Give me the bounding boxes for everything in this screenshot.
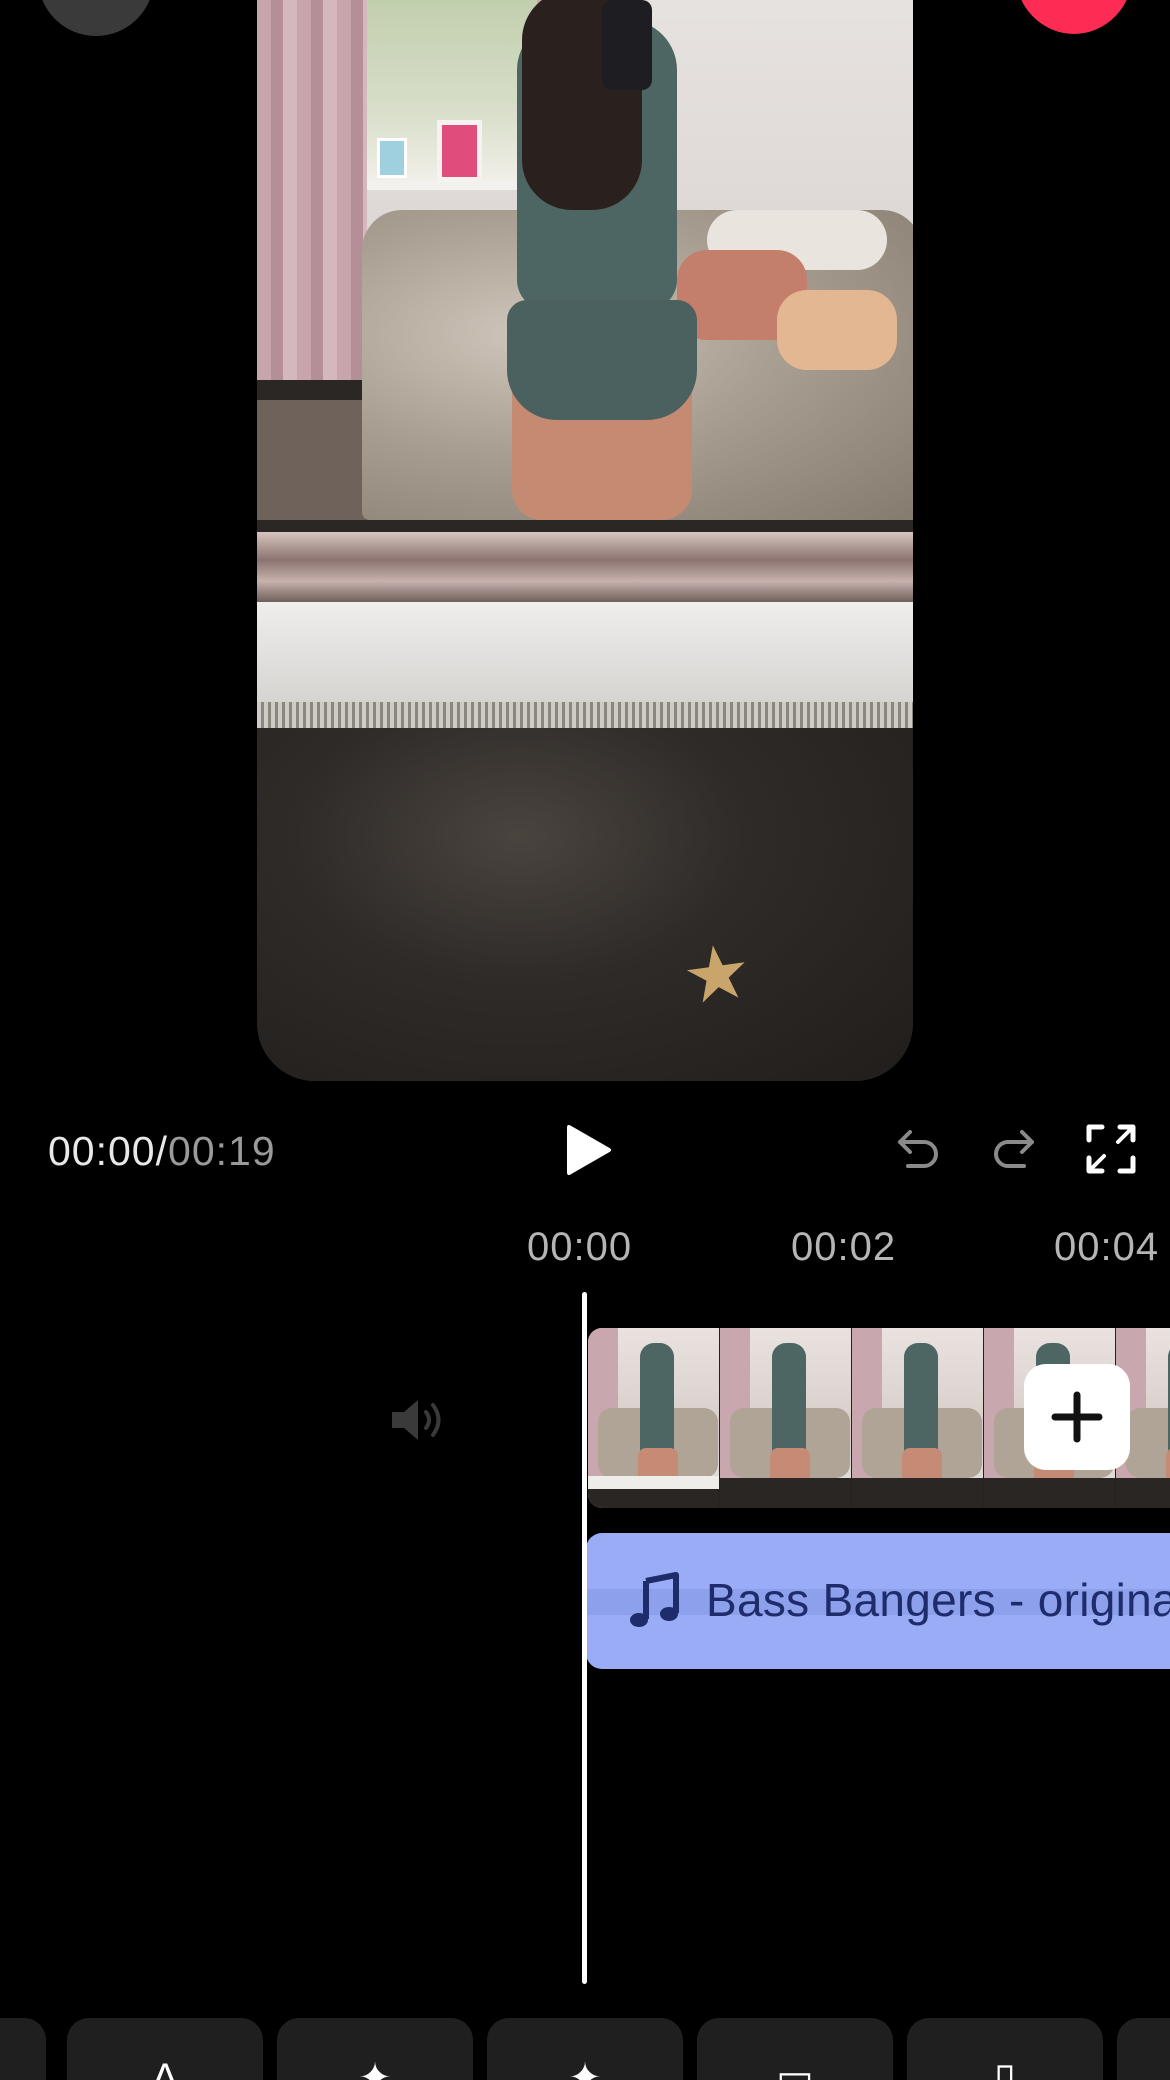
plus-icon bbox=[1051, 1391, 1103, 1443]
audio-track[interactable]: Bass Bangers - origina bbox=[586, 1533, 1170, 1669]
preview-star-emblem: ★ bbox=[677, 927, 757, 1022]
undo-icon bbox=[898, 1130, 938, 1168]
clip-thumbnail bbox=[588, 1328, 720, 1508]
preview-phone bbox=[602, 0, 652, 90]
back-button[interactable] bbox=[38, 0, 154, 36]
time-separator: / bbox=[155, 1128, 169, 1174]
effects-icon: ✦ bbox=[358, 2056, 392, 2080]
overlay-icon: ▭ bbox=[776, 2056, 814, 2080]
preview-person-shorts bbox=[507, 300, 697, 420]
play-button[interactable] bbox=[556, 1118, 620, 1182]
audio-track-label: Bass Bangers - origina bbox=[706, 1574, 1170, 1626]
fullscreen-icon bbox=[1086, 1124, 1136, 1174]
bottom-toolbar: A ✦ ✦ ▭ ▯ bbox=[0, 2018, 1170, 2080]
toolbar-item-ai-edit[interactable]: ✦ bbox=[487, 2018, 683, 2080]
preview-photo-frame bbox=[437, 120, 482, 182]
toolbar-item-effects[interactable]: ✦ bbox=[277, 2018, 473, 2080]
toolbar-item-text[interactable]: A bbox=[67, 2018, 263, 2080]
toolbar-item-overlay[interactable]: ▭ bbox=[697, 2018, 893, 2080]
preview-cushion bbox=[777, 290, 897, 370]
preview-radiator bbox=[257, 702, 913, 728]
fullscreen-button[interactable] bbox=[1084, 1122, 1138, 1176]
preview-ledge bbox=[257, 602, 913, 702]
format-icon: ▯ bbox=[993, 2056, 1016, 2080]
playhead[interactable] bbox=[582, 1292, 587, 1984]
clip-thumbnail bbox=[852, 1328, 984, 1508]
undo-button[interactable] bbox=[892, 1122, 944, 1174]
play-icon bbox=[567, 1125, 611, 1175]
toolbar-item[interactable] bbox=[1117, 2018, 1170, 2080]
toolbar-item-format[interactable]: ▯ bbox=[907, 2018, 1103, 2080]
preview-curtain bbox=[257, 0, 367, 380]
music-note-icon bbox=[630, 1572, 679, 1627]
redo-icon bbox=[994, 1130, 1034, 1168]
ruler-tick-label: 00:00 bbox=[527, 1225, 633, 1269]
preview-mirror-frame bbox=[257, 532, 913, 602]
preview-blanket bbox=[257, 728, 913, 1081]
total-time: 00:19 bbox=[168, 1128, 276, 1174]
next-button[interactable] bbox=[1015, 0, 1133, 34]
toolbar-item[interactable] bbox=[0, 2018, 46, 2080]
ruler-tick-label: 00:02 bbox=[791, 1225, 897, 1269]
text-icon: A bbox=[151, 2056, 179, 2080]
time-display: 00:00/00:19 bbox=[48, 1128, 276, 1175]
redo-button[interactable] bbox=[988, 1122, 1040, 1174]
sparkle-icon: ✦ bbox=[568, 2056, 602, 2080]
add-clip-button[interactable] bbox=[1024, 1364, 1130, 1470]
preview-photo-frame bbox=[377, 138, 407, 178]
current-time: 00:00 bbox=[48, 1128, 156, 1174]
video-preview[interactable]: ★ bbox=[257, 0, 913, 1081]
video-editor-screen: ★ 00:00/00:19 00:00 00:02 00:04 Bass Ban… bbox=[0, 0, 1170, 2080]
mute-clip-audio-button[interactable] bbox=[388, 1392, 448, 1448]
clip-thumbnail bbox=[720, 1328, 852, 1508]
ruler-tick-label: 00:04 bbox=[1054, 1225, 1160, 1269]
speaker-icon bbox=[392, 1400, 441, 1440]
